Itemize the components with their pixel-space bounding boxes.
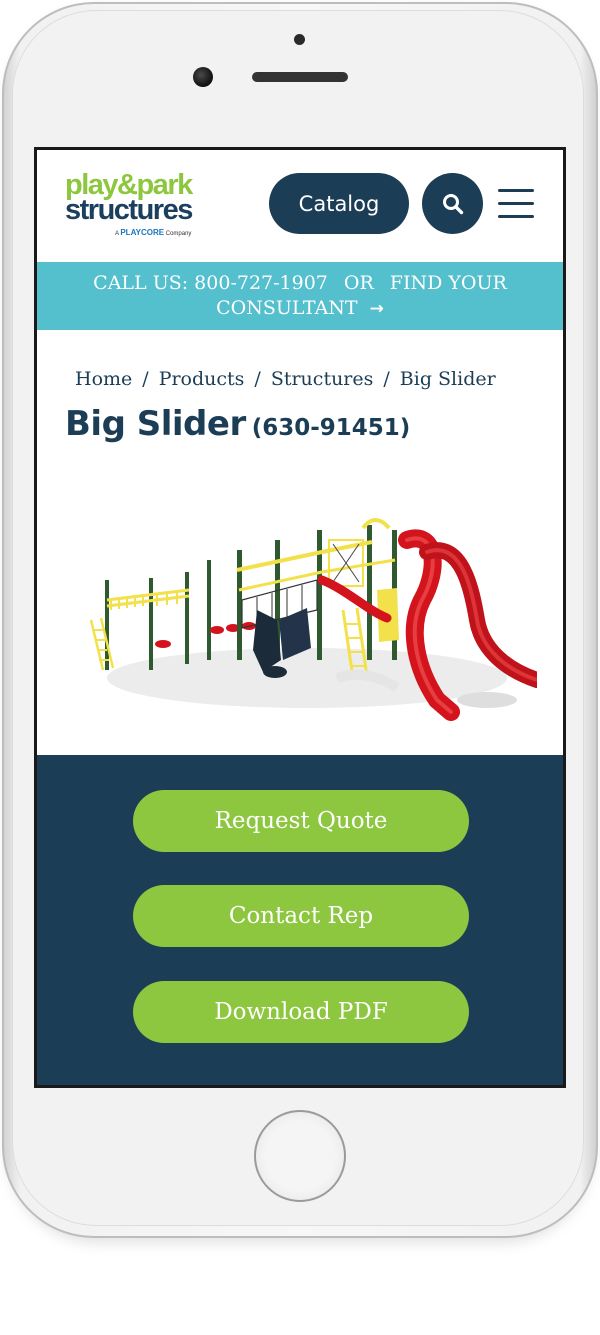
menu-bar-top: [498, 189, 534, 192]
menu-bar-bottom: [498, 215, 534, 218]
consultant-link[interactable]: CONSULTANT: [216, 297, 358, 319]
breadcrumb-separator: /: [254, 368, 261, 390]
catalog-button[interactable]: Catalog: [269, 173, 409, 234]
search-button[interactable]: [422, 173, 483, 234]
product-image: [89, 518, 537, 721]
arrow-right-icon: →: [369, 299, 384, 319]
product-code: (630-91451): [251, 415, 411, 441]
breadcrumb-products[interactable]: Products: [159, 368, 245, 390]
request-quote-button[interactable]: Request Quote: [133, 790, 469, 852]
menu-bar-middle: [498, 202, 534, 205]
call-us-link[interactable]: CALL US: 800-727-1907: [93, 272, 328, 294]
or-text: OR: [343, 272, 374, 294]
breadcrumb-separator: /: [383, 368, 390, 390]
proximity-sensor: [294, 34, 305, 45]
breadcrumb-structures[interactable]: Structures: [271, 368, 374, 390]
find-your-text[interactable]: FIND YOUR: [390, 272, 507, 294]
contact-banner-line1: CALL US: 800-727-1907 OR FIND YOUR: [37, 271, 563, 296]
site-logo[interactable]: play&park structures A PLAYCORE Company: [65, 170, 215, 240]
browser-viewport: play&park structures A PLAYCORE Company …: [37, 150, 563, 1085]
site-header: play&park structures A PLAYCORE Company …: [37, 150, 563, 262]
earpiece-speaker: [252, 72, 348, 82]
download-pdf-button[interactable]: Download PDF: [133, 981, 469, 1043]
home-button[interactable]: [254, 1110, 346, 1202]
product-actions-panel: Request Quote Contact Rep Download PDF: [37, 755, 563, 1085]
contact-rep-button[interactable]: Contact Rep: [133, 885, 469, 947]
front-camera-icon: [193, 67, 213, 87]
contact-banner-line2[interactable]: CONSULTANT →: [37, 296, 563, 322]
breadcrumb: Home / Products / Structures / Big Slider: [75, 368, 496, 390]
product-name: Big Slider: [65, 404, 246, 444]
hamburger-menu-icon[interactable]: [496, 187, 536, 221]
logo-tagline-suffix: Company: [165, 231, 192, 237]
breadcrumb-current: Big Slider: [399, 368, 496, 390]
logo-text-structures: structures: [65, 194, 193, 226]
breadcrumb-home[interactable]: Home: [75, 368, 132, 390]
search-icon: [442, 193, 463, 214]
contact-banner: CALL US: 800-727-1907 OR FIND YOUR CONSULT…: [37, 262, 563, 330]
logo-tagline-brand: PLAYCORE: [120, 228, 165, 237]
page-title: Big Slider (630-91451): [65, 404, 410, 444]
logo-tagline-prefix: A: [115, 231, 119, 237]
breadcrumb-separator: /: [142, 368, 149, 390]
logo-tagline: A PLAYCORE Company: [115, 228, 191, 237]
